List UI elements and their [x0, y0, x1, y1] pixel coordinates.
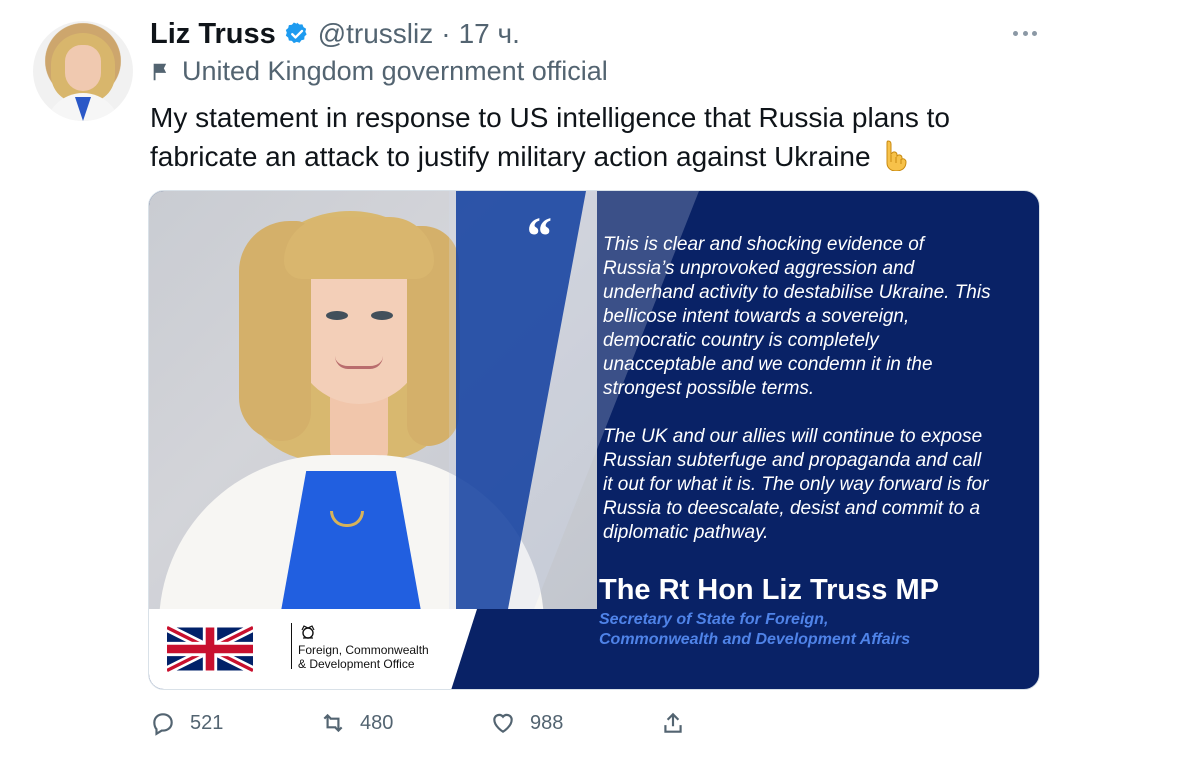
- tweet-text-line: fabricate an attack to justify military …: [150, 137, 1010, 176]
- pointing-down-hand-icon: [886, 140, 907, 171]
- photo-mouth: [335, 356, 383, 369]
- reply-button[interactable]: 521: [150, 708, 320, 738]
- government-label[interactable]: United Kingdom government official: [150, 56, 608, 87]
- tweet-actions: 521 480 988: [150, 708, 700, 738]
- tweet-text-line-content: fabricate an attack to justify military …: [150, 141, 871, 172]
- tweet-header: Liz Truss @trussliz · 17 ч.: [150, 14, 520, 54]
- quote-line: This is clear and shocking evidence of: [603, 234, 925, 255]
- author-avatar[interactable]: [33, 21, 133, 121]
- uk-flag-icon: [167, 625, 253, 673]
- retweet-button[interactable]: 480: [320, 708, 490, 738]
- quote-line: it out for what it is. The only way forw…: [603, 474, 989, 495]
- tweet-text: My statement in response to US intellige…: [150, 98, 1010, 176]
- fcdo-line: Foreign, Commonwealth: [298, 643, 429, 657]
- quote-line: Russia to deescalate, desist and commit …: [603, 498, 981, 519]
- retweet-icon: [323, 713, 343, 733]
- royal-crest-icon: [301, 625, 315, 639]
- like-button[interactable]: 988: [490, 708, 660, 738]
- quote-line: Russian subterfuge and propaganda and ca…: [603, 450, 982, 471]
- signature-title-line: Commonwealth and Development Affairs: [599, 631, 911, 648]
- reply-count: 521: [190, 711, 224, 734]
- reply-icon: [153, 713, 173, 736]
- avatar-face: [65, 45, 101, 91]
- statement-quote: This is clear and shocking evidence of R…: [603, 233, 1023, 545]
- verified-badge-icon: [285, 22, 307, 44]
- author-name[interactable]: Liz Truss: [150, 18, 276, 51]
- more-dot: [1032, 30, 1037, 36]
- share-button[interactable]: [660, 708, 700, 738]
- like-count: 988: [530, 711, 564, 734]
- fcdo-logo-text: Foreign, Commonwealth & Development Offi…: [298, 643, 429, 671]
- author-handle[interactable]: @trussliz: [318, 18, 434, 50]
- government-label-text: United Kingdom government official: [182, 56, 608, 86]
- quote-line: bellicose intent towards a sovereign,: [603, 306, 910, 327]
- retweet-count: 480: [360, 711, 394, 734]
- quote-line: unacceptable and we condemn it in the: [603, 354, 933, 375]
- signature-name: The Rt Hon Liz Truss MP: [599, 574, 939, 606]
- more-dot: [1013, 30, 1018, 36]
- photo-eye: [326, 311, 348, 320]
- tweet-media-image[interactable]: Foreign, Commonwealth & Development Offi…: [148, 190, 1040, 690]
- quote-gap: [603, 401, 1023, 425]
- more-dot: [1022, 30, 1028, 36]
- quote-line: underhand activity to destabilise Ukrain…: [603, 282, 991, 303]
- header-separator: ·: [441, 18, 451, 49]
- quote-mark: “: [524, 206, 551, 266]
- fcdo-divider: [291, 623, 292, 669]
- more-icon[interactable]: [1013, 29, 1037, 37]
- quote-line: democratic country is completely: [603, 330, 879, 351]
- fcdo-line: & Development Office: [298, 657, 415, 671]
- heart-icon: [493, 713, 513, 733]
- photo-eye: [371, 311, 393, 320]
- flag-icon: [153, 63, 167, 80]
- tweet-time[interactable]: 17 ч.: [459, 18, 520, 50]
- signature-title: Secretary of State for Foreign, Commonwe…: [599, 610, 1019, 650]
- quote-line: strongest possible terms.: [603, 378, 815, 399]
- quote-line: The UK and our allies will continue to e…: [603, 426, 983, 447]
- quote-line: Russia’s unprovoked aggression and: [603, 258, 915, 279]
- share-icon: [664, 712, 682, 733]
- statement-signature: The Rt Hon Liz Truss MP Secretary of Sta…: [599, 573, 1019, 650]
- photo-fringe: [284, 217, 434, 279]
- signature-title-line: Secretary of State for Foreign,: [599, 611, 829, 628]
- tweet-text-line: My statement in response to US intellige…: [150, 102, 950, 133]
- quote-line: diplomatic pathway.: [603, 522, 769, 543]
